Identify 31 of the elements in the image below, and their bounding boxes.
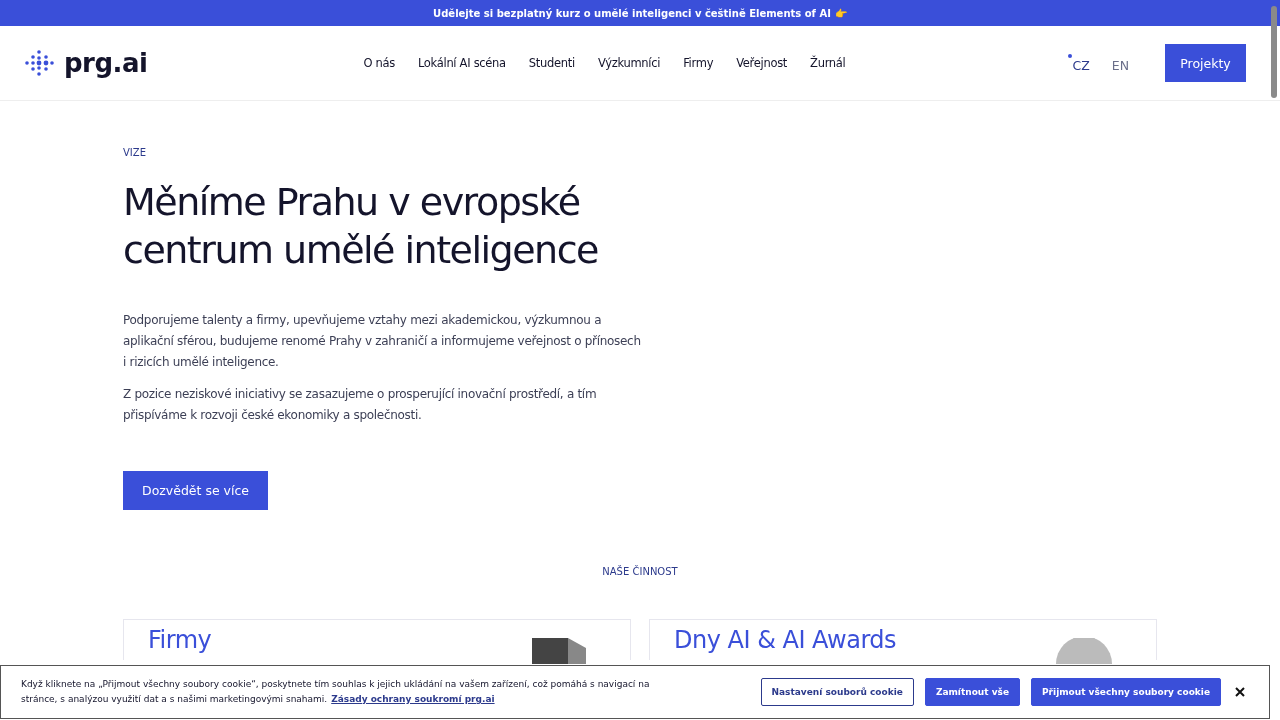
section-eyebrow: VIZE xyxy=(123,147,147,158)
language-link[interactable]: EN xyxy=(1111,53,1129,73)
pointing-hand-icon: 👉 xyxy=(834,7,847,19)
hero-paragraph: Z pozice neziskové iniciativy se zasazujeme o prosperující inovační prostředí, a tím přispíváme k rozvoji české ekonomiky a společnosti. xyxy=(123,386,598,424)
projects-button[interactable]: Projekty xyxy=(1165,44,1246,82)
cookie-button[interactable]: Přijmout všechny soubory cookie xyxy=(1031,678,1221,706)
nav-link[interactable]: Lokální AI scéna xyxy=(417,56,506,70)
server-rack-drawing xyxy=(532,638,586,664)
nav-link[interactable]: Studenti xyxy=(528,56,575,70)
nav-link[interactable]: Výzkumníci xyxy=(597,56,661,70)
round-emblem-drawing xyxy=(1056,638,1112,664)
scrollbar-thumb[interactable] xyxy=(1271,6,1277,98)
nav-link[interactable]: O nás xyxy=(363,56,395,70)
announcement-text[interactable]: Udělejte si bezplatný kurz o umělé inteligenci v češtině Elements of AI xyxy=(433,7,831,19)
cookie-notice-text: Když kliknete na „Přijmout všechny soubory cookie“, poskytnete tím souhlas k jejich ukládání na vašem zařízení, což pomáhá s navigací na stránce, s analýzou využití dat a s našimi marketingovými snahami. Zásady ochrany soukromí prg.ai xyxy=(21,678,651,706)
privacy-policy-link[interactable]: Zásady ochrany soukromí prg.ai xyxy=(331,694,495,704)
hero-paragraph: Podporujeme talenty a firmy, upevňujeme vztahy mezi akademickou, výzkumnou a aplikační sférou, budujeme renomé Prahy v zahraničí a informujeme veřejnost o přínosech i rizicích umělé inteligence. xyxy=(123,312,642,371)
logo-text[interactable]: prg.ai xyxy=(64,48,148,78)
hero-heading: Měníme Prahu v evropské centrum umělé inteligence xyxy=(123,179,599,274)
nav-link[interactable]: Veřejnost xyxy=(736,56,788,70)
close-icon xyxy=(1235,687,1245,697)
announcement-bar[interactable]: Udělejte si bezplatný kurz o umělé inteligenci v češtině Elements of AI 👉 xyxy=(0,0,1280,26)
card-title: Dny AI & AI Awards xyxy=(674,626,897,656)
section-eyebrow: NAŠE ČINNOST xyxy=(602,566,678,577)
cookie-button[interactable]: Nastavení souborů cookie xyxy=(760,678,914,706)
nav-link[interactable]: Firmy xyxy=(683,56,714,70)
learn-more-button[interactable]: Dozvědět se více xyxy=(123,471,269,510)
logo-icon xyxy=(24,49,56,77)
cookie-button[interactable]: Zamítnout vše xyxy=(924,678,1020,706)
nav-link[interactable]: Žurnál xyxy=(810,56,846,70)
card-title: Firmy xyxy=(148,626,212,656)
